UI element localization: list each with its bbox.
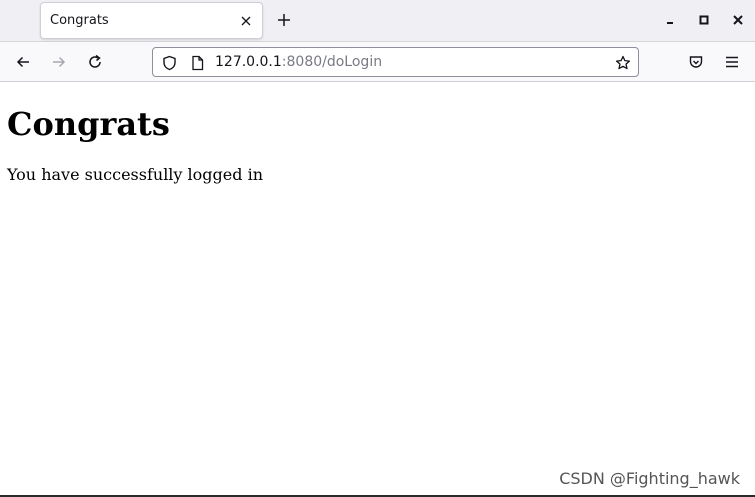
hamburger-icon[interactable] — [722, 52, 742, 72]
tab-strip: Congrats — [0, 0, 755, 42]
pocket-icon[interactable] — [686, 52, 706, 72]
arrow-left-icon[interactable] — [13, 52, 33, 72]
shield-icon[interactable] — [160, 54, 178, 72]
minimize-icon[interactable] — [661, 11, 679, 29]
url-path: :8080/doLogin — [281, 54, 383, 70]
close-icon[interactable] — [237, 12, 255, 30]
tab-congrats[interactable]: Congrats — [40, 2, 263, 39]
login-success-message: You have successfully logged in — [7, 165, 263, 184]
star-icon[interactable] — [614, 54, 632, 72]
page-heading: Congrats — [7, 105, 170, 143]
url-host: 127.0.0.1 — [215, 54, 282, 70]
arrow-right-icon[interactable] — [49, 52, 69, 72]
tab-title: Congrats — [50, 13, 109, 28]
plus-icon[interactable] — [274, 10, 294, 30]
page-icon[interactable] — [188, 54, 206, 72]
url-text[interactable]: 127.0.0.1:8080/doLogin — [215, 54, 382, 70]
page-content: Congrats You have successfully logged in — [0, 83, 755, 497]
close-window-icon[interactable] — [729, 11, 747, 29]
watermark: CSDN @Fighting_hawk — [559, 469, 740, 488]
maximize-icon[interactable] — [695, 11, 713, 29]
reload-icon[interactable] — [85, 52, 105, 72]
nav-bar: 127.0.0.1:8080/doLogin — [0, 42, 755, 82]
url-bar[interactable]: 127.0.0.1:8080/doLogin — [152, 47, 639, 77]
